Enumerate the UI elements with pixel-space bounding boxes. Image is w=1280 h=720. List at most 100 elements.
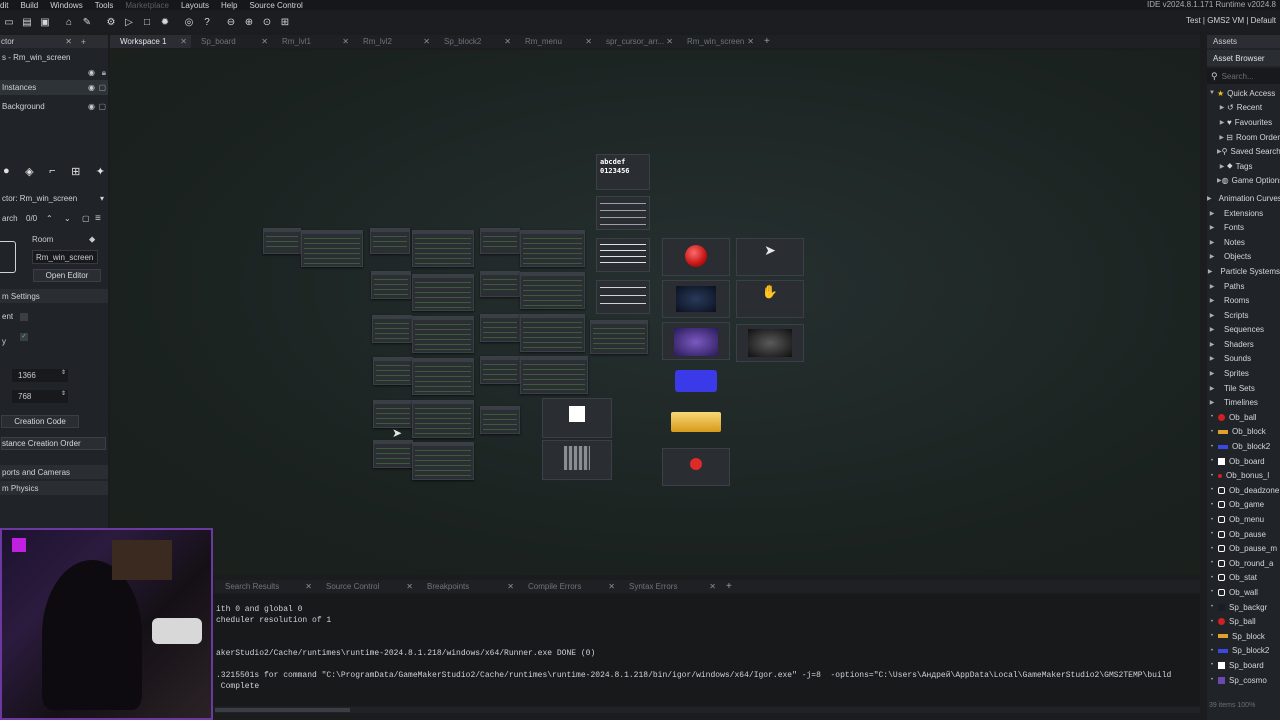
sprite-node-background[interactable] [662,280,730,318]
menu-windows[interactable]: Windows [44,1,88,10]
code-window-node[interactable] [412,358,474,395]
expand-icon[interactable]: ▶ [1207,355,1217,362]
asset-item[interactable]: • Ob_block2 [1207,439,1280,454]
expand-icon[interactable]: ▶ [1207,385,1217,392]
lock-icon[interactable]: 🔒︎ [102,68,106,78]
tab-rm-lvl2[interactable]: Rm_lvl2 ✕ [353,35,434,48]
quick-item-room-order[interactable]: ▶ ⊟ Room Order [1207,130,1280,145]
close-icon[interactable]: ✕ [709,582,716,591]
menu-icon[interactable]: ≡ [95,213,101,224]
width-field[interactable]: 1366 ⇕ [12,369,68,382]
sprite-node-cursor-hand[interactable]: ✋ [736,280,804,318]
quick-access-folder[interactable]: ▼ ★ Quick Access [1207,86,1280,101]
asset-item[interactable]: • Ob_pause [1207,527,1280,542]
code-window-node[interactable] [520,356,588,394]
asset-item[interactable]: • Ob_stat [1207,571,1280,586]
lock-icon[interactable]: ▢ [82,214,90,223]
close-icon[interactable]: ✕ [406,582,413,591]
assets-tab[interactable]: Assets [1207,35,1280,48]
close-icon[interactable]: ✕ [747,37,754,46]
close-icon[interactable]: ✕ [507,582,514,591]
code-window-node[interactable] [480,228,520,254]
close-icon[interactable]: ✕ [261,37,268,46]
help-icon[interactable]: ? [200,15,214,29]
asset-item[interactable]: • Sp_block2 [1207,644,1280,659]
new-file-icon[interactable]: ▭ [2,15,16,29]
close-icon[interactable]: ✕ [305,582,312,591]
folder-shaders[interactable]: ▶ Shaders [1207,337,1280,352]
viewports-header[interactable]: ports and Cameras [0,465,108,479]
circle-icon[interactable]: ● [3,165,10,178]
zoom-in-icon[interactable]: ⊕ [242,15,256,29]
debug-icon[interactable]: ✹ [158,15,172,29]
code-window-node[interactable] [480,406,520,434]
sprite-node-bonus[interactable] [662,448,730,486]
folder-objects[interactable]: ▶ Objects [1207,250,1280,265]
close-icon[interactable]: ✕ [608,582,615,591]
code-window-node[interactable] [373,357,413,385]
asset-item[interactable]: • Ob_ball [1207,410,1280,425]
asset-item[interactable]: • Sp_block [1207,629,1280,644]
tab-sp-board[interactable]: Sp_board ✕ [191,35,272,48]
asset-item[interactable]: • Ob_wall [1207,585,1280,600]
folder-sounds[interactable]: ▶ Sounds [1207,352,1280,367]
tab-workspace-1[interactable]: Workspace 1 ✕ [110,35,191,48]
asset-item[interactable]: • Sp_cosmo [1207,673,1280,688]
sprite-node-dark[interactable] [736,324,804,362]
sprite-node-tiles[interactable] [542,440,612,480]
folder-particle-systems[interactable]: ▶ Particle Systems [1207,264,1280,279]
quick-item-recent[interactable]: ▶ ↺ Recent [1207,101,1280,116]
expand-icon[interactable]: ▶ [1207,239,1217,246]
lock-icon[interactable]: ▢ [98,102,106,111]
code-window-node[interactable] [373,440,413,468]
tab-syntax-errors[interactable]: Syntax Errors ✕ [619,580,720,593]
expand-icon[interactable]: ▶ [1217,134,1226,141]
lock-icon[interactable]: ▢ [98,83,106,92]
expand-icon[interactable]: ▶ [1207,253,1217,260]
close-icon[interactable]: ✕ [504,37,511,46]
inspector-search[interactable]: arch 0/0 ⌃ ⌄ ▢ ≡ [0,211,108,226]
code-window-node[interactable] [480,271,520,297]
asset-item[interactable]: • Ob_pause_m [1207,541,1280,556]
stepper-icon[interactable]: ⇕ [61,390,66,397]
workspace-canvas[interactable]: abcdef 0123456 ➤ ✋ ➤ [110,50,1200,575]
expand-icon[interactable]: ▶ [1207,326,1217,333]
expand-icon[interactable]: ▶ [1207,195,1212,202]
sprite-node-cursor-arrow[interactable]: ➤ [736,238,804,276]
scrollbar-thumb[interactable] [215,708,350,712]
menu-layouts[interactable]: Layouts [175,1,215,10]
folder-paths[interactable]: ▶ Paths [1207,279,1280,294]
code-window-node[interactable] [412,442,474,480]
expand-icon[interactable]: ▶ [1217,104,1227,111]
asset-item[interactable]: • Sp_backgr [1207,600,1280,615]
open-folder-icon[interactable]: ▤ [20,15,34,29]
folder-extensions[interactable]: ▶ Extensions [1207,206,1280,221]
code-window-node[interactable] [412,274,474,311]
expand-icon[interactable]: ▶ [1207,210,1217,217]
code-window-node[interactable] [520,314,585,352]
target-selector[interactable]: Test | GMS2 VM | Default [1186,16,1276,25]
stop-icon[interactable]: □ [140,15,154,29]
menu-tools[interactable]: Tools [89,1,120,10]
menu-marketplace[interactable]: Marketplace [119,1,175,10]
code-window-node[interactable] [371,271,411,299]
asset-item[interactable]: • Ob_bonus_l [1207,468,1280,483]
expand-icon[interactable]: ▶ [1207,370,1217,377]
code-window-node[interactable] [372,315,412,343]
font-preview-node[interactable] [596,196,650,230]
expand-icon[interactable]: ▶ [1207,399,1217,406]
sprite-node-block[interactable] [662,406,730,442]
asset-item[interactable]: • Ob_deadzone [1207,483,1280,498]
tab-compile-errors[interactable]: Compile Errors ✕ [518,580,619,593]
eye-icon[interactable]: ◉ [88,68,95,77]
build-icon[interactable]: ⌂ [62,15,76,29]
physics-header[interactable]: m Physics [0,481,108,495]
room-settings-header[interactable]: m Settings [0,289,108,303]
quick-item-game-options[interactable]: ▶ ◍ Game Options [1207,174,1280,189]
add-tab-icon[interactable]: + [81,37,86,47]
folder-animation-curves[interactable]: ▶ Animation Curves [1207,191,1280,206]
code-window-node[interactable] [301,230,363,267]
code-window-node[interactable] [480,314,520,342]
sprite-node-board[interactable] [542,398,612,438]
code-window-node[interactable] [520,230,585,267]
